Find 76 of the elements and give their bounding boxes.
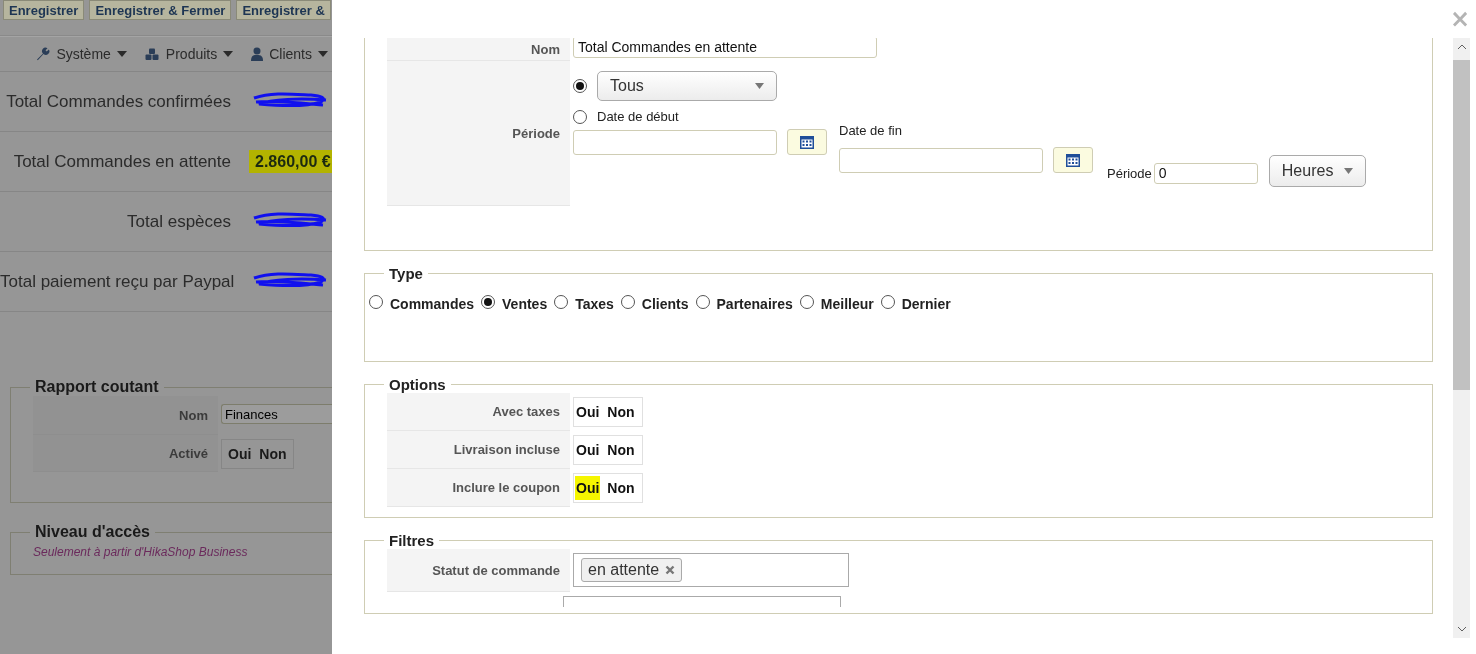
field-label: Inclure le coupon: [387, 469, 570, 507]
input-field[interactable]: [563, 596, 841, 607]
radio-button[interactable]: [620, 295, 635, 309]
toolbar-button[interactable]: Enregistrer &: [236, 0, 331, 20]
date-field[interactable]: [573, 129, 777, 155]
field-label: Livraison incluse: [387, 431, 570, 469]
stat-label: Total paiement reçu par Paypal: [0, 271, 231, 292]
toolbar-button[interactable]: Enregistrer & Fermer: [89, 0, 232, 20]
input-field[interactable]: 0: [1153, 162, 1258, 184]
toolbar-button[interactable]: Enregistrer: [3, 0, 85, 20]
caret-icon: [318, 51, 328, 57]
menu-item[interactable]: Produits: [144, 46, 234, 62]
stat-label: Total espèces: [126, 211, 231, 232]
menu-item[interactable]: Clients: [251, 46, 328, 62]
radio-button[interactable]: [573, 79, 587, 93]
radio-option[interactable]: Taxes: [554, 294, 614, 310]
radio-button[interactable]: [695, 295, 710, 309]
stat-label: Total Commandes en attente: [12, 151, 231, 172]
field-label: Statut de commande: [387, 549, 570, 592]
wrench-icon: [36, 47, 51, 61]
field-label: Nom: [33, 396, 218, 435]
radio-option[interactable]: Meilleur: [799, 294, 874, 310]
calendar-button[interactable]: [787, 129, 827, 155]
field-label: Période: [1107, 165, 1152, 181]
radio-button[interactable]: [799, 295, 814, 309]
stat-value: 2.860,00 €: [249, 149, 332, 173]
status-tag: en attente: [581, 558, 683, 582]
user-icon: [251, 47, 264, 61]
tag-field[interactable]: en attente: [573, 553, 849, 587]
radio-button[interactable]: [369, 295, 383, 309]
radio-button[interactable]: [481, 295, 496, 309]
date-field[interactable]: [839, 147, 1043, 173]
toggle-option[interactable]: Non: [259, 446, 287, 462]
radio-option[interactable]: Clients: [620, 294, 689, 310]
remove-icon[interactable]: [665, 565, 676, 575]
radio-button[interactable]: [554, 295, 569, 309]
scrollbar[interactable]: [1453, 38, 1470, 638]
toggle-option[interactable]: Non: [606, 438, 636, 462]
dropdown[interactable]: Tous: [597, 71, 777, 101]
toggle-option[interactable]: Oui: [575, 400, 601, 424]
field-label: Nom: [387, 38, 570, 61]
radio-button[interactable]: [880, 295, 895, 309]
section-legend: Filtres: [384, 532, 439, 549]
caret-icon: [755, 83, 764, 89]
toggle-option[interactable]: Oui: [228, 446, 252, 462]
field-label: Période: [387, 61, 570, 206]
caret-icon: [223, 51, 234, 57]
section-legend: Type: [384, 265, 428, 282]
radio-option[interactable]: Dernier: [880, 294, 951, 310]
toggle-option[interactable]: Oui: [575, 476, 601, 500]
toggle-option[interactable]: Non: [606, 476, 636, 500]
field-label: Activé: [33, 435, 218, 472]
toggle-option[interactable]: Oui: [575, 438, 601, 462]
fieldset-legend: Niveau d'accès: [30, 523, 155, 541]
calendar-icon: [1065, 152, 1081, 168]
menu-item[interactable]: Système: [36, 46, 127, 62]
radio-button[interactable]: [573, 109, 587, 124]
caret-icon: [116, 51, 127, 57]
section-legend: Options: [384, 376, 451, 393]
radio-option[interactable]: Ventes: [481, 294, 548, 310]
note-text: Seulement à partir d'HikaShop Business: [33, 545, 249, 559]
cubes-icon: [144, 47, 160, 61]
radio-option[interactable]: Commandes: [369, 294, 475, 310]
fieldset-legend: Rapport coutant: [30, 378, 164, 396]
stat-label: Total Commandes confirmées: [5, 91, 231, 112]
toggle-option[interactable]: Non: [606, 400, 636, 424]
field-label: Date de fin: [839, 123, 903, 138]
input-field[interactable]: Total Commandes en attente: [573, 38, 877, 58]
radio-label: Date de début: [597, 109, 679, 124]
calendar-button[interactable]: [1053, 147, 1093, 173]
caret-icon: [1343, 168, 1353, 174]
radio-option[interactable]: Partenaires: [695, 294, 793, 310]
calendar-icon: [799, 134, 815, 150]
dropdown[interactable]: Heures: [1268, 155, 1366, 187]
field-label: Avec taxes: [387, 393, 570, 431]
input-field[interactable]: Finances: [221, 404, 332, 424]
